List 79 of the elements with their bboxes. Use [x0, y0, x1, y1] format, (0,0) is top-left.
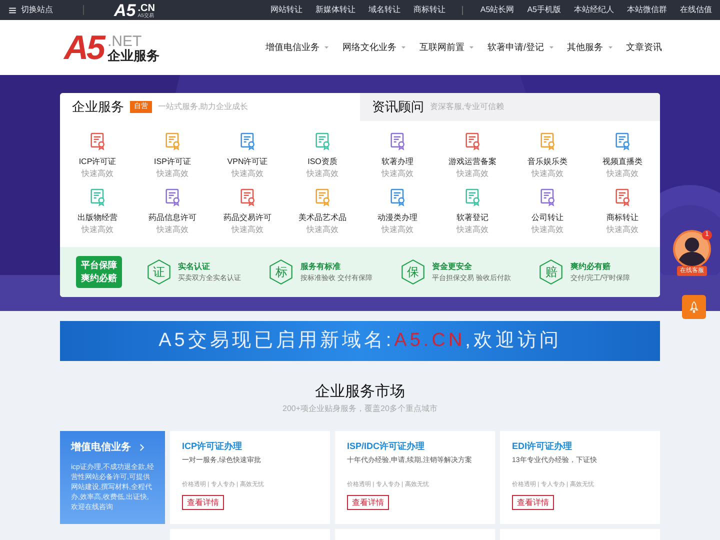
service-note: 快速高效	[456, 168, 488, 179]
card-title[interactable]: EDI许可证办理	[512, 440, 648, 452]
details-button[interactable]: 查看详情	[182, 495, 224, 510]
service-link[interactable]: 动漫类办理	[378, 212, 418, 224]
site-switch-link[interactable]: 切换站点	[8, 4, 53, 16]
top-link[interactable]: 商标转让	[413, 4, 446, 16]
service-note: 快速高效	[156, 224, 188, 235]
back-to-top-button[interactable]	[682, 295, 706, 319]
service-link[interactable]: ISP许可证	[154, 156, 191, 168]
banner-text: A5交易现已启用新域名:A5.CN,欢迎访问	[158, 328, 562, 353]
hexagon-icon: 保	[400, 258, 426, 286]
service-note: 快速高效	[232, 168, 264, 179]
service-note: 快速高效	[306, 168, 338, 179]
service-note: 快速高效	[306, 224, 338, 235]
nav-item[interactable]: 文章资讯	[626, 40, 662, 54]
service-link[interactable]: 软著办理	[382, 156, 414, 168]
service-link[interactable]: 游戏运营备案	[448, 156, 496, 168]
guarantee-title: 爽约必有赔	[570, 260, 612, 272]
nav-item[interactable]: 软著申请/登记	[487, 40, 555, 54]
service-link[interactable]: 视频直播类	[602, 156, 642, 168]
service-link[interactable]: 软著登记	[456, 212, 488, 224]
guarantee-title: 实名认证	[178, 260, 211, 272]
hexagon-icon: 标	[268, 258, 294, 286]
top-link[interactable]: 本站微信群	[627, 4, 667, 16]
panel-tab[interactable]: 资讯顾问 资深客服,专业可信赖	[360, 93, 660, 121]
hexagon-icon: 赔	[538, 258, 564, 286]
nav-item[interactable]: 网络文化业务	[342, 40, 408, 54]
service-link[interactable]: 药品信息许可	[148, 212, 196, 224]
menu-icon[interactable]	[8, 6, 17, 14]
caret-icon	[468, 44, 476, 51]
top-link[interactable]: A5站长网	[480, 4, 514, 16]
caret-icon	[323, 44, 330, 51]
service-note: 快速高效	[382, 224, 414, 235]
service-link[interactable]: 商标转让	[606, 212, 638, 224]
card-title[interactable]: ISP/IDC许可证办理	[347, 440, 483, 452]
service-note: 快速高效	[232, 224, 264, 235]
service-note: 快速高效	[532, 224, 564, 235]
service-link[interactable]: 音乐娱乐类	[528, 156, 568, 168]
caret-icon	[607, 44, 614, 51]
service-link[interactable]: ICP许可证	[78, 156, 116, 168]
guarantee-title: 服务有标准	[300, 260, 342, 272]
top-link[interactable]: 新媒体转让	[315, 4, 356, 16]
caret-icon	[548, 44, 555, 51]
nav-item[interactable]: 增值电信业务	[265, 40, 330, 54]
card-title[interactable]: ICP许可证办理	[182, 440, 318, 452]
top-link[interactable]: 本站经纪人	[574, 4, 614, 16]
top-link[interactable]: 域名转让	[368, 4, 400, 16]
service-note: 快速高效	[532, 168, 564, 179]
service-link[interactable]: VPN许可证	[227, 156, 268, 168]
rocket-icon	[687, 300, 701, 314]
details-button[interactable]: 查看详情	[347, 495, 389, 510]
announcement-banner[interactable]: A5交易现已启用新域名:A5.CN,欢迎访问	[60, 321, 660, 361]
service-link[interactable]: ISO资质	[308, 156, 338, 168]
section-title: 企业服务市场	[315, 382, 405, 402]
hexagon-icon: 证	[146, 258, 172, 286]
top-link[interactable]: 网站转让	[270, 4, 302, 16]
service-link[interactable]: 美术品艺术品	[298, 212, 346, 224]
tab-subtitle: 资深客服,专业可信赖	[430, 101, 504, 113]
chevron-right-icon	[137, 443, 146, 452]
service-link[interactable]: 出版物经营	[78, 212, 118, 224]
caret-icon	[400, 44, 408, 51]
top-link[interactable]: 在线估值	[680, 4, 712, 16]
nav-item[interactable]: 其他服务	[567, 40, 614, 54]
details-button[interactable]: 查看详情	[512, 495, 554, 510]
service-note: 快速高效	[456, 224, 488, 235]
top-link[interactable]: A5手机版	[527, 4, 561, 16]
service-note: 快速高效	[606, 224, 638, 235]
section-subtitle: 200+项企业贴身服务，覆盖20多个重点城市	[282, 403, 438, 415]
tab-subtitle: 一站式服务,助力企业成长	[158, 101, 248, 113]
service-link[interactable]: 药品交易许可	[224, 212, 272, 224]
service-note: 快速高效	[382, 168, 414, 179]
guarantee-title: 资金更安全	[432, 260, 473, 272]
service-note: 快速高效	[606, 168, 638, 179]
service-note: 快速高效	[156, 168, 188, 179]
service-note: 快速高效	[82, 168, 114, 179]
service-note: 快速高效	[82, 224, 114, 235]
service-link[interactable]: 公司转让	[532, 212, 564, 224]
guarantee-badge: 平台保障 爽约必赔	[76, 256, 122, 288]
nav-item[interactable]: 互联网前置	[419, 40, 476, 54]
